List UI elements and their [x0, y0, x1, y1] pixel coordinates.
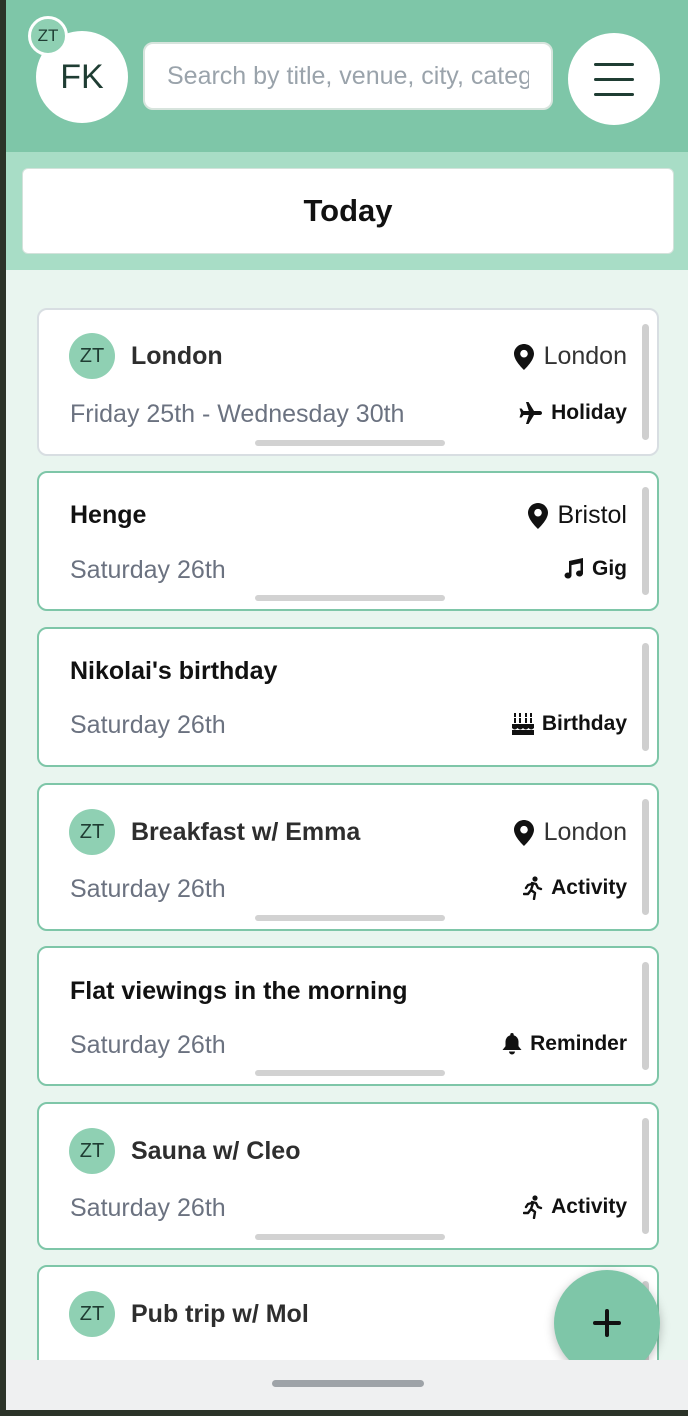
card-scroll-indicator: [255, 1070, 445, 1076]
search-input[interactable]: [143, 42, 553, 110]
map-pin-icon: [513, 343, 534, 370]
today-label: Today: [303, 193, 393, 228]
event-category: Holiday: [519, 401, 627, 425]
event-card[interactable]: ZT Breakfast w/ Emma London Saturday 26t…: [37, 783, 659, 931]
owner-initials: ZT: [79, 1302, 105, 1325]
category-label: Activity: [551, 1195, 627, 1218]
card-scroll-indicator: [255, 440, 445, 446]
event-title: Henge: [70, 501, 147, 529]
event-title: Pub trip w/ Mol: [131, 1300, 309, 1328]
event-category: Reminder: [502, 1032, 627, 1056]
owner-avatar: ZT: [69, 1128, 115, 1174]
card-scrollbar: [642, 799, 649, 915]
bell-icon: [502, 1033, 522, 1055]
card-scrollbar: [642, 1118, 649, 1234]
category-label: Reminder: [530, 1032, 627, 1055]
plane-icon: [519, 402, 543, 424]
menu-button[interactable]: [568, 33, 660, 125]
category-label: Activity: [551, 876, 627, 899]
event-title: Flat viewings in the morning: [70, 977, 408, 1005]
owner-avatar: ZT: [69, 333, 115, 379]
card-scroll-indicator: [255, 595, 445, 601]
event-card[interactable]: ZT London London Friday 25th - Wednesday…: [37, 308, 659, 456]
event-location: London: [513, 342, 627, 371]
owner-initials: ZT: [79, 820, 105, 843]
event-location: Bristol: [527, 501, 627, 530]
event-card[interactable]: Nikolai's birthday Saturday 26th Birthda…: [37, 627, 659, 767]
event-category: Gig: [562, 557, 627, 581]
event-date: Saturday 26th: [70, 1031, 226, 1059]
system-bottom-bar: [6, 1360, 688, 1410]
header: FK ZT: [6, 0, 688, 152]
home-indicator[interactable]: [272, 1380, 424, 1387]
card-scrollbar: [642, 643, 649, 751]
card-scrollbar: [642, 487, 649, 595]
location-label: London: [543, 818, 627, 846]
card-scroll-indicator: [255, 1234, 445, 1240]
event-date: Saturday 26th: [70, 711, 226, 739]
card-scrollbar: [642, 324, 649, 440]
plus-icon: [593, 1309, 621, 1337]
owner-initials: ZT: [79, 1139, 105, 1162]
secondary-user-badge[interactable]: ZT: [28, 16, 68, 56]
event-date: Friday 25th - Wednesday 30th: [70, 400, 405, 428]
event-date: Saturday 26th: [70, 556, 226, 584]
event-card[interactable]: ZT Sauna w/ Cleo Saturday 26th Activity: [37, 1102, 659, 1250]
category-label: Gig: [592, 557, 627, 580]
map-pin-icon: [513, 819, 534, 846]
today-button[interactable]: Today: [22, 168, 674, 254]
event-card[interactable]: Flat viewings in the morning Saturday 26…: [37, 946, 659, 1086]
running-person-icon: [523, 1195, 543, 1219]
card-scrollbar: [642, 962, 649, 1070]
event-title: Breakfast w/ Emma: [131, 818, 361, 846]
owner-avatar: ZT: [69, 1291, 115, 1337]
cake-icon: [511, 713, 534, 735]
music-note-icon: [564, 558, 583, 579]
event-date: Saturday 26th: [70, 875, 226, 903]
event-card[interactable]: Henge Bristol Saturday 26th Gig: [37, 471, 659, 611]
app-screen: FK ZT Today ZT London London Friday 25th…: [6, 0, 688, 1410]
category-label: Holiday: [551, 401, 627, 424]
event-date: Saturday 26th: [70, 1194, 226, 1222]
owner-initials: ZT: [79, 344, 105, 367]
owner-avatar: ZT: [69, 809, 115, 855]
event-category: Birthday: [511, 712, 627, 736]
card-scroll-indicator: [255, 915, 445, 921]
location-label: Bristol: [557, 501, 627, 529]
badge-initials: ZT: [37, 26, 59, 45]
event-title: Nikolai's birthday: [70, 657, 278, 685]
running-person-icon: [523, 876, 543, 900]
event-location: London: [513, 818, 627, 847]
hamburger-menu-icon: [594, 63, 634, 96]
location-label: London: [543, 342, 627, 370]
today-section: Today: [6, 152, 688, 270]
event-category: Activity: [523, 1195, 627, 1219]
event-category: Activity: [523, 876, 627, 900]
event-title: London: [131, 342, 223, 370]
user-avatar-initials: FK: [60, 57, 104, 96]
map-pin-icon: [527, 502, 548, 529]
category-label: Birthday: [541, 712, 627, 735]
event-title: Sauna w/ Cleo: [131, 1137, 301, 1165]
